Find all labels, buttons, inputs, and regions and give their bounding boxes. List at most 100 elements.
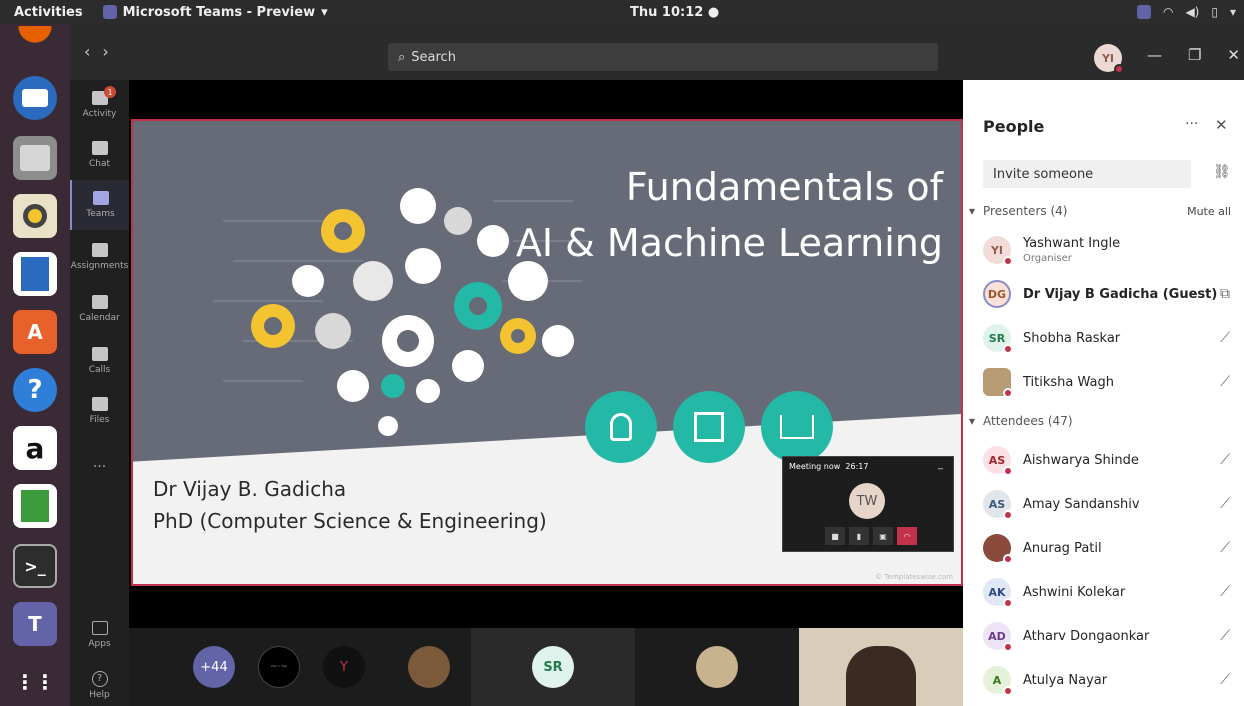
participant-tile[interactable]: Y	[314, 628, 374, 706]
participant-name: Anurag Patil	[1023, 540, 1102, 556]
battery-icon[interactable]: ▯	[1211, 5, 1218, 19]
participant-row[interactable]: Anurag Patil ⟋	[983, 530, 1238, 566]
more-options-icon[interactable]: ···	[1185, 116, 1198, 132]
mini-meeting-window[interactable]: Meeting now 26:17 _ TW ■ ▮ ▣ ◠	[782, 456, 954, 552]
chevron-down-icon[interactable]: ▾	[1230, 5, 1236, 19]
mic-off-icon[interactable]: ⟋	[1220, 584, 1230, 600]
participant-name: Yashwant Ingle	[1023, 236, 1121, 251]
rhythmbox-icon[interactable]	[13, 194, 57, 238]
show-apps-icon[interactable]: ⋮⋮	[13, 660, 57, 704]
help-icon[interactable]: ?	[13, 368, 57, 412]
teams-tray-icon[interactable]	[1136, 5, 1151, 19]
sharing-icon: ⧉	[1220, 286, 1230, 302]
participant-row[interactable]: YI Yashwant Ingle Organiser	[983, 232, 1238, 268]
teams-title-bar: ‹› ⌕ Search YI — ❐ ✕	[70, 24, 1244, 80]
avatar: AK	[983, 578, 1013, 608]
slide-icons	[585, 391, 833, 463]
activities-button[interactable]: Activities	[0, 5, 95, 20]
system-tray[interactable]: ◠ ◀) ▯ ▾	[1136, 5, 1236, 19]
attendees-section-header[interactable]: ▾ Attendees (47)	[969, 414, 1073, 428]
status-dot	[1003, 554, 1013, 564]
rail-apps[interactable]: Apps	[70, 610, 129, 660]
participant-row[interactable]: A Atulya Nayar ⟋	[983, 662, 1238, 698]
mic-off-icon[interactable]: ⟋	[1220, 330, 1230, 346]
close-icon[interactable]: ✕	[1227, 46, 1240, 64]
participant-name: Aishwarya Shinde	[1023, 452, 1139, 468]
teams-dock-icon[interactable]: T	[13, 602, 57, 646]
files-icon[interactable]	[13, 136, 57, 180]
avatar: Y	[323, 646, 365, 688]
nav-arrows[interactable]: ‹›	[84, 42, 121, 61]
participant-row[interactable]: AS Aishwarya Shinde ⟋	[983, 442, 1238, 478]
calendar-icon	[91, 295, 108, 309]
camera-icon[interactable]: ■	[825, 527, 845, 545]
minimize-button[interactable]: _	[938, 459, 943, 470]
meeting-label: Meeting now	[789, 462, 841, 471]
back-icon[interactable]: ‹	[84, 42, 102, 61]
rail-calls[interactable]: Calls	[70, 336, 129, 386]
hang-up-icon[interactable]: ◠	[897, 527, 917, 545]
overflow-count[interactable]: +44	[193, 646, 235, 688]
profile-avatar[interactable]: YI	[1094, 44, 1124, 74]
app-menu[interactable]: Microsoft Teams - Preview ▾	[102, 5, 328, 20]
rail-more[interactable]: ...	[70, 438, 129, 488]
mic-icon[interactable]: ▮	[849, 527, 869, 545]
mic-off-icon[interactable]: ⟋	[1220, 452, 1230, 468]
rail-assignments[interactable]: Assignments	[70, 232, 129, 282]
clock[interactable]: Thu 10:12 ●	[630, 5, 719, 20]
participant-tile[interactable]: ~·~	[249, 628, 309, 706]
participant-row[interactable]: Titiksha Wagh ⟋	[983, 364, 1238, 400]
maximize-icon[interactable]: ❐	[1188, 46, 1201, 64]
participant-tile[interactable]	[635, 628, 799, 706]
writer-icon[interactable]	[13, 252, 57, 296]
network-icon	[761, 391, 833, 463]
status-dot	[1114, 64, 1124, 74]
slide-degree: PhD (Computer Science & Engineering)	[153, 509, 547, 533]
presenters-section-header[interactable]: ▾ Presenters (4) Mute all	[969, 204, 1239, 218]
rail-activity[interactable]: Activity 1	[70, 80, 129, 130]
volume-icon[interactable]: ◀)	[1185, 5, 1199, 19]
mic-off-icon[interactable]: ⟋	[1220, 496, 1230, 512]
close-icon[interactable]: ✕	[1215, 116, 1228, 134]
file-icon	[91, 397, 108, 411]
rail-calendar[interactable]: Calendar	[70, 284, 129, 334]
firefox-icon[interactable]	[13, 26, 57, 60]
mic-off-icon[interactable]: ⟋	[1220, 374, 1230, 390]
participant-row[interactable]: SR Shobha Raskar ⟋	[983, 320, 1238, 356]
teams-icon	[102, 5, 117, 19]
participant-video[interactable]	[799, 628, 963, 706]
share-icon[interactable]: ▣	[873, 527, 893, 545]
search-input[interactable]: ⌕ Search	[388, 43, 938, 71]
rail-chat[interactable]: Chat	[70, 130, 129, 180]
mic-off-icon[interactable]: ⟋	[1220, 540, 1230, 556]
participant-tile[interactable]: SR	[471, 628, 635, 706]
rail-files[interactable]: Files	[70, 386, 129, 436]
thunderbird-icon[interactable]	[13, 76, 57, 120]
amazon-icon[interactable]: a	[13, 426, 57, 470]
mic-off-icon[interactable]: ⟋	[1220, 628, 1230, 644]
invite-input[interactable]: Invite someone	[983, 160, 1191, 188]
participant-tile[interactable]	[379, 628, 479, 706]
link-icon[interactable]: ⛓	[1213, 164, 1231, 180]
avatar: YI	[983, 236, 1013, 266]
minimize-icon[interactable]: —	[1147, 46, 1162, 64]
participant-row[interactable]: AD Atharv Dongaonkar ⟋	[983, 618, 1238, 654]
wifi-icon[interactable]: ◠	[1163, 5, 1173, 19]
mute-all-button[interactable]: Mute all	[1187, 205, 1231, 218]
mic-off-icon[interactable]: ⟋	[1220, 672, 1230, 688]
participant-name: Dr Vijay B Gadicha (Guest)	[1023, 286, 1218, 302]
rail-help[interactable]: ? Help	[70, 660, 129, 706]
panel-title: People	[983, 117, 1045, 136]
software-center-icon[interactable]: A	[13, 310, 57, 354]
window-controls: — ❐ ✕	[1147, 46, 1240, 64]
participant-row[interactable]: AS Amay Sandanshiv ⟋	[983, 486, 1238, 522]
avatar: SR	[983, 324, 1013, 354]
rail-teams[interactable]: Teams	[70, 180, 129, 230]
terminal-icon[interactable]: >_	[13, 544, 57, 588]
calc-icon[interactable]	[13, 484, 57, 528]
participant-row[interactable]: DG Dr Vijay B Gadicha (Guest) ⧉	[983, 276, 1238, 312]
participant-row[interactable]: AK Ashwini Kolekar ⟋	[983, 574, 1238, 610]
forward-icon[interactable]: ›	[102, 42, 120, 61]
participant-role: Organiser	[1023, 253, 1072, 264]
slide-presenter: Dr Vijay B. Gadicha	[153, 477, 347, 501]
